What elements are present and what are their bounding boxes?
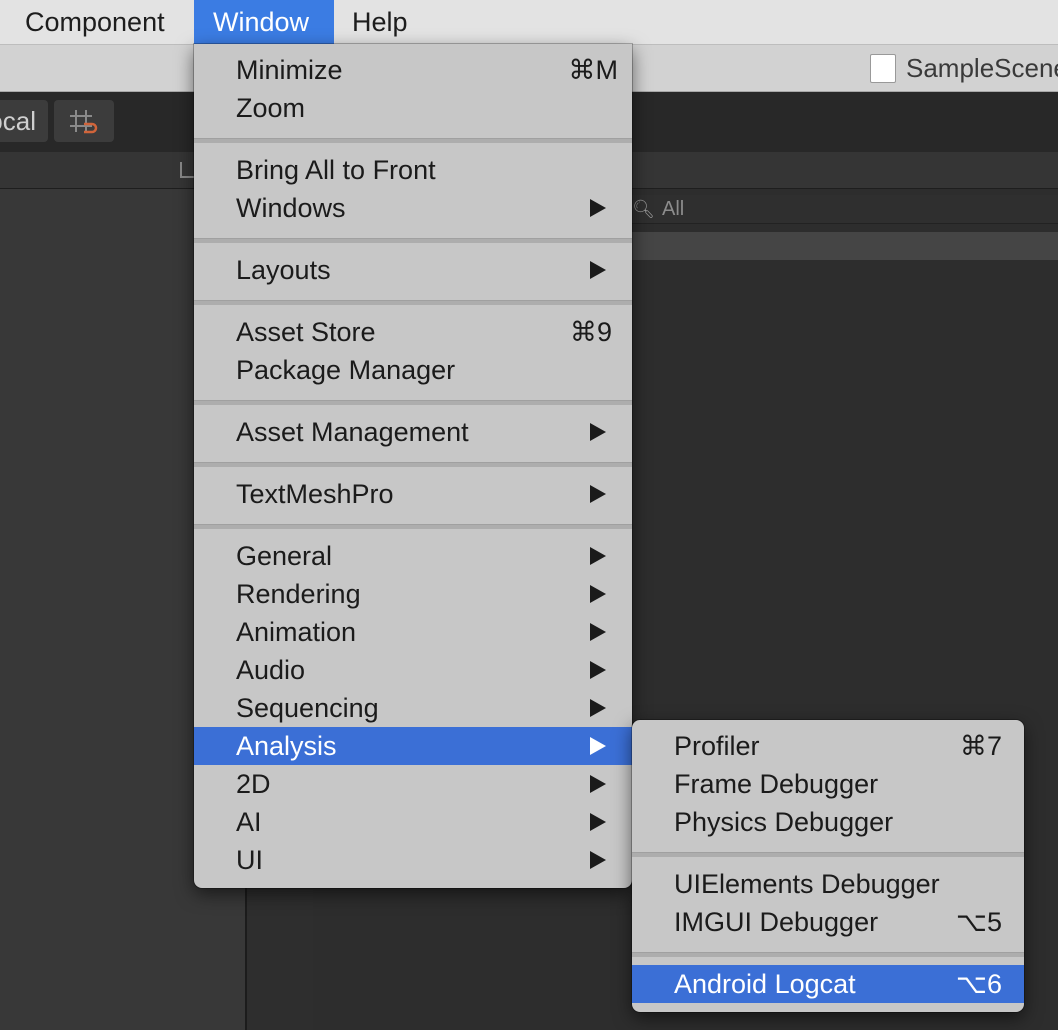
menu-item-textmeshpro[interactable]: TextMeshPro — [194, 475, 632, 513]
search-icon: 🔍︎ — [632, 199, 655, 219]
menu-separator — [194, 300, 632, 305]
menu-item-zoom[interactable]: Zoom — [194, 89, 632, 127]
menu-item-label: Physics Debugger — [674, 807, 894, 837]
menu-item-package-manager[interactable]: Package Manager — [194, 351, 632, 389]
menu-component[interactable]: Component — [0, 0, 194, 44]
menu-item-label: Asset Management — [236, 417, 469, 447]
menu-separator — [632, 852, 1024, 857]
submenu-arrow-icon — [590, 813, 606, 831]
menu-item-ai[interactable]: AI — [194, 803, 632, 841]
menu-separator — [194, 138, 632, 143]
submenu-arrow-icon — [590, 737, 606, 755]
menu-item-physics-debugger[interactable]: Physics Debugger — [632, 803, 1024, 841]
snap-grid-icon — [70, 110, 98, 134]
menu-separator — [194, 524, 632, 529]
menu-item-label: Profiler — [674, 731, 760, 761]
menu-bar: Component Window Help — [0, 0, 1058, 45]
menu-item-shortcut: ⌥6 — [955, 969, 1002, 999]
menu-item-label: Bring All to Front — [236, 155, 436, 185]
menu-window-label: Window — [213, 7, 310, 37]
menu-item-label: Package Manager — [236, 355, 456, 385]
project-search-field[interactable]: 🔍︎ All — [632, 195, 1058, 224]
menu-separator — [632, 952, 1024, 957]
menu-item-profiler[interactable]: Profiler ⌘7 — [632, 727, 1024, 765]
project-panel-header — [632, 152, 1058, 189]
menu-item-label: Windows — [236, 193, 346, 223]
scene-title: SampleScene — [906, 53, 1058, 83]
submenu-arrow-icon — [590, 623, 606, 641]
menu-separator — [194, 238, 632, 243]
menu-item-label: TextMeshPro — [236, 479, 394, 509]
submenu-arrow-icon — [590, 485, 606, 503]
submenu-arrow-icon — [590, 851, 606, 869]
menu-item-sequencing[interactable]: Sequencing — [194, 689, 632, 727]
window-menu: Minimize ⌘M Zoom Bring All to Front Wind… — [194, 44, 632, 888]
project-panel-subheader — [632, 232, 1058, 260]
menu-item-animation[interactable]: Animation — [194, 613, 632, 651]
pivot-local-button[interactable]: Local — [0, 100, 48, 142]
menu-help[interactable]: Help — [334, 0, 434, 44]
menu-item-label: UI — [236, 845, 263, 875]
menu-item-label: AI — [236, 807, 262, 837]
menu-item-frame-debugger[interactable]: Frame Debugger — [632, 765, 1024, 803]
menu-item-label: Rendering — [236, 579, 361, 609]
hierarchy-header — [0, 152, 198, 189]
menu-item-rendering[interactable]: Rendering — [194, 575, 632, 613]
snap-grid-button[interactable] — [54, 100, 114, 142]
menu-item-label: Zoom — [236, 93, 306, 123]
menu-item-ui[interactable]: UI — [194, 841, 632, 879]
menu-item-label: Animation — [236, 617, 357, 647]
menu-separator — [194, 400, 632, 405]
submenu-arrow-icon — [590, 547, 606, 565]
menu-item-label: Layouts — [236, 255, 331, 285]
menu-item-audio[interactable]: Audio — [194, 651, 632, 689]
menu-item-label: Analysis — [236, 731, 337, 761]
menu-item-label: General — [236, 541, 333, 571]
menu-window[interactable]: Window — [194, 0, 334, 44]
submenu-arrow-icon — [590, 661, 606, 679]
menu-item-android-logcat[interactable]: Android Logcat ⌥6 — [632, 965, 1024, 1003]
submenu-arrow-icon — [590, 199, 606, 217]
menu-item-minimize[interactable]: Minimize ⌘M — [194, 51, 632, 89]
menu-item-label: Android Logcat — [674, 969, 856, 999]
local-label: Local — [0, 106, 36, 136]
menu-item-general[interactable]: General — [194, 537, 632, 575]
submenu-arrow-icon — [590, 423, 606, 441]
menu-item-uielements-debugger[interactable]: UIElements Debugger — [632, 865, 1024, 903]
menu-help-label: Help — [352, 7, 408, 37]
menu-item-layouts[interactable]: Layouts — [194, 251, 632, 289]
unity-scene-icon — [870, 54, 896, 83]
menu-item-label: UIElements Debugger — [674, 869, 940, 899]
menu-item-windows[interactable]: Windows — [194, 189, 632, 227]
menu-item-label: 2D — [236, 769, 271, 799]
menu-item-shortcut: ⌥5 — [955, 907, 1002, 937]
menu-item-2d[interactable]: 2D — [194, 765, 632, 803]
analysis-submenu: Profiler ⌘7 Frame Debugger Physics Debug… — [632, 720, 1024, 1012]
search-placeholder: All — [662, 198, 685, 220]
menu-item-shortcut: ⌘M — [568, 55, 619, 85]
submenu-arrow-icon — [590, 261, 606, 279]
menu-item-asset-store[interactable]: Asset Store ⌘9 — [194, 313, 632, 351]
menu-item-label: Audio — [236, 655, 306, 685]
submenu-arrow-icon — [590, 699, 606, 717]
submenu-arrow-icon — [590, 775, 606, 793]
menu-item-label: Minimize — [236, 55, 343, 85]
menu-item-bring-all-to-front[interactable]: Bring All to Front — [194, 151, 632, 189]
menu-item-analysis[interactable]: Analysis — [194, 727, 632, 765]
menu-item-imgui-debugger[interactable]: IMGUI Debugger ⌥5 — [632, 903, 1024, 941]
menu-item-asset-management[interactable]: Asset Management — [194, 413, 632, 451]
menu-item-label: IMGUI Debugger — [674, 907, 879, 937]
menu-item-label: Sequencing — [236, 693, 379, 723]
menu-item-label: Asset Store — [236, 317, 376, 347]
menu-item-shortcut: ⌘7 — [959, 731, 1002, 761]
menu-separator — [194, 462, 632, 467]
menu-item-shortcut: ⌘9 — [569, 317, 612, 347]
menu-component-label: Component — [25, 7, 165, 37]
menu-item-label: Frame Debugger — [674, 769, 879, 799]
submenu-arrow-icon — [590, 585, 606, 603]
